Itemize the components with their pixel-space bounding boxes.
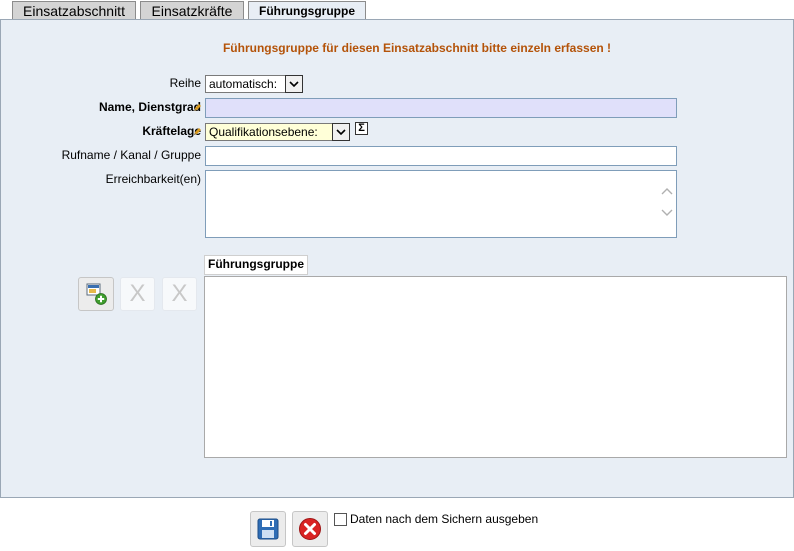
- reihe-value: automatisch:: [209, 77, 278, 91]
- form-hint: Führungsgruppe für diesen Einsatzabschni…: [222, 41, 612, 55]
- cancel-icon: [299, 518, 321, 540]
- name-label: Name, Dienstgrad: [98, 100, 201, 114]
- cancel-button[interactable]: [292, 511, 328, 547]
- edit-pencil-icon: [194, 128, 201, 135]
- save-icon: [257, 518, 279, 540]
- sigma-icon[interactable]: Σ: [355, 122, 368, 135]
- chevron-down-icon: [285, 75, 303, 93]
- tab-fuehrungsgruppe[interactable]: Führungsgruppe: [248, 1, 366, 21]
- kraeftelage-select[interactable]: Qualifikationsebene:: [205, 123, 350, 141]
- tab-einsatzkraefte[interactable]: Einsatzkräfte: [140, 1, 244, 20]
- group-list[interactable]: [204, 276, 787, 458]
- reihe-select[interactable]: automatisch:: [205, 75, 303, 93]
- clear-entries-button[interactable]: X: [162, 277, 197, 311]
- scroll-down-icon[interactable]: [661, 209, 673, 217]
- add-entry-button[interactable]: [78, 277, 114, 311]
- reihe-label: Reihe: [169, 76, 201, 90]
- scroll-up-icon[interactable]: [661, 187, 673, 195]
- erreichbarkeit-textarea[interactable]: [205, 170, 677, 238]
- edit-pencil-icon: [194, 104, 201, 111]
- name-field[interactable]: [205, 98, 677, 118]
- tab-einsatzabschnitt[interactable]: Einsatzabschnitt: [12, 1, 136, 20]
- erreichbarkeit-label: Erreichbarkeit(en): [105, 172, 201, 186]
- save-button[interactable]: [250, 511, 286, 547]
- remove-entry-button[interactable]: X: [120, 277, 155, 311]
- print-after-save-checkbox[interactable]: [334, 513, 347, 526]
- add-entry-icon: [86, 283, 107, 305]
- print-after-save-label: Daten nach dem Sichern ausgeben: [350, 512, 539, 526]
- kraeftelage-value: Qualifikationsebene:: [209, 125, 318, 139]
- group-title: Führungsgruppe: [204, 255, 308, 275]
- rufname-field[interactable]: [205, 146, 677, 166]
- chevron-down-icon: [332, 123, 350, 141]
- rufname-label: Rufname / Kanal / Gruppe: [61, 148, 201, 162]
